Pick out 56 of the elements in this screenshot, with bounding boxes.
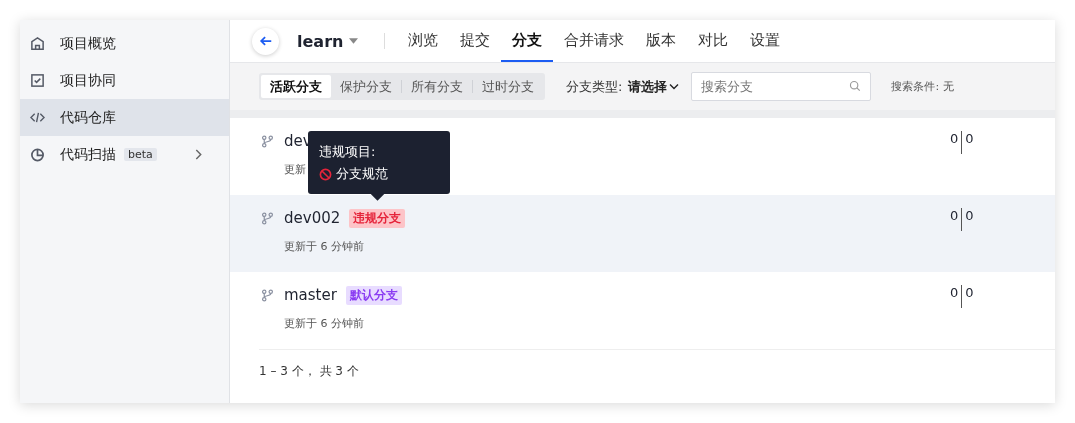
sidebar-item[interactable]: 项目概览 (20, 25, 229, 62)
branch-filter-tab[interactable]: 活跃分支 (261, 75, 331, 98)
sidebar-item[interactable]: 代码仓库 (20, 99, 229, 136)
sidebar-item[interactable]: 代码扫描 beta (20, 136, 229, 173)
behind-count: 0 (950, 131, 959, 146)
arrow-left-icon (258, 34, 273, 48)
ahead-count: 0 (965, 131, 974, 146)
branch-name[interactable]: dev002 (284, 209, 341, 227)
branch-icon (261, 211, 274, 225)
nav-tab[interactable]: 提交 (449, 20, 502, 62)
nav-tab[interactable]: 对比 (687, 20, 740, 62)
prohibited-icon (319, 167, 332, 181)
beta-badge: beta (124, 148, 157, 161)
scan-icon (30, 147, 45, 162)
behind-count: 0 (950, 285, 959, 300)
search-icon (849, 80, 862, 92)
sidebar-label: 代码扫描 (60, 145, 116, 164)
behind-count: 0 (950, 208, 959, 223)
updated-time: 更新于 6 分钟前 (284, 316, 364, 331)
tooltip-item: 分支规范 (336, 165, 388, 183)
sidebar-label: 项目协同 (60, 71, 116, 90)
branch-filter-tab[interactable]: 保护分支 (331, 75, 401, 98)
branch-tag: 违规分支 (349, 208, 406, 228)
updated-time: 更新于 6 分钟前 (284, 239, 364, 254)
code-icon (30, 110, 45, 125)
updated-time: 更新 (284, 162, 306, 177)
chevron-down-icon (669, 83, 680, 90)
sidebar-label: 项目概览 (60, 34, 116, 53)
nav-tab[interactable]: 设置 (739, 20, 792, 62)
nav-tab[interactable]: 版本 (635, 20, 688, 62)
branch-filter-tab[interactable]: 所有分支 (402, 75, 472, 98)
back-button[interactable] (252, 27, 279, 55)
nav-tab[interactable]: 合并请求 (553, 20, 636, 62)
home-icon (30, 36, 45, 51)
type-dropdown[interactable]: 请选择 (628, 77, 680, 96)
caret-icon[interactable] (349, 38, 359, 44)
checkbox-icon (30, 73, 45, 88)
pagination-summary: 1 – 3 个， 共 3 个 (259, 349, 1055, 380)
chevron-right-icon[interactable] (193, 149, 204, 160)
search-conditions: 搜索条件: 无 (891, 79, 954, 94)
sidebar-item[interactable]: 项目协同 (20, 62, 229, 99)
ahead-count: 0 (965, 208, 974, 223)
branch-row[interactable]: master 默认分支 更新于 6 分钟前 0 0 (230, 272, 1055, 349)
branch-icon (261, 288, 274, 302)
sidebar-label: 代码仓库 (60, 108, 116, 127)
branch-tag: 默认分支 (345, 285, 402, 305)
search-field[interactable]: 搜索分支 (691, 72, 872, 101)
tooltip-title: 违规项目: (319, 143, 377, 161)
type-label: 分支类型: (566, 77, 623, 96)
nav-tab[interactable]: 浏览 (397, 20, 450, 62)
branch-row[interactable]: dev002 违规分支 更新于 6 分钟前 0 0 (230, 195, 1055, 272)
repo-selector[interactable]: learn (297, 31, 344, 51)
branch-icon (261, 134, 274, 148)
branch-filter-tab[interactable]: 过时分支 (473, 75, 543, 98)
branch-name[interactable]: master (284, 286, 337, 304)
ahead-count: 0 (965, 285, 974, 300)
